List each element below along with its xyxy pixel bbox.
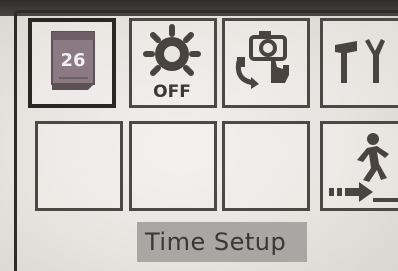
menu-tile-tools[interactable] <box>320 18 398 108</box>
off-text: OFF <box>153 82 191 102</box>
menu-tile-empty-3[interactable] <box>222 121 310 211</box>
menu-tile-led-off[interactable]: OFF <box>129 18 217 108</box>
menu-tile-empty-2[interactable] <box>129 121 217 211</box>
selected-item-label: Time Setup <box>137 222 307 262</box>
menu-tile-camera-touch[interactable] <box>222 18 310 108</box>
tools-icon <box>335 39 385 83</box>
menu-tile-exit[interactable] <box>320 121 398 211</box>
menu-tile-time-setup[interactable]: 26 <box>28 18 116 108</box>
exit-icon <box>329 133 398 202</box>
calendar-icon: 26 <box>51 31 95 90</box>
camera-menu-screen: 26 OFF Time Setup <box>0 0 398 271</box>
calendar-day-text: 26 <box>60 50 85 71</box>
sun-off-icon: OFF <box>143 24 201 102</box>
camera-touch-icon <box>235 31 289 89</box>
menu-tile-empty-1[interactable] <box>35 121 123 211</box>
